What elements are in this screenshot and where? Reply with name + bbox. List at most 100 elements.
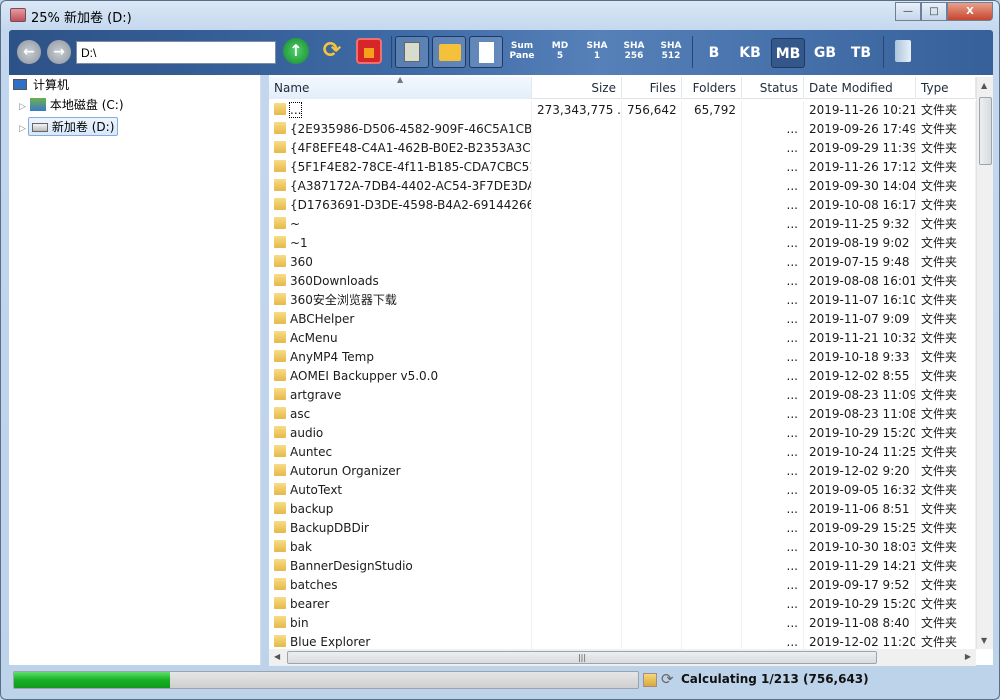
vertical-scrollbar[interactable]: ▲ ▼ bbox=[976, 77, 993, 649]
tree-item-computer[interactable]: 计算机 bbox=[13, 76, 69, 95]
cell-folders bbox=[682, 177, 742, 196]
table-row[interactable]: ~... 2019-11-25 9:32 文件夹 bbox=[269, 215, 976, 234]
scrollbar-thumb[interactable] bbox=[979, 97, 992, 165]
table-row[interactable]: bak... 2019-10-30 18:03 文件夹 bbox=[269, 538, 976, 557]
back-arrow-icon[interactable]: ← bbox=[17, 40, 41, 64]
table-row[interactable]: batches... 2019-09-17 9:52 文件夹 bbox=[269, 576, 976, 595]
cell-size bbox=[532, 291, 622, 310]
table-row[interactable]: AutoText... 2019-09-05 16:32 文件夹 bbox=[269, 481, 976, 500]
column-header-status[interactable]: Status bbox=[742, 77, 804, 99]
forward-arrow-icon[interactable]: → bbox=[47, 40, 71, 64]
scroll-right-icon[interactable]: ▶ bbox=[965, 652, 971, 661]
cell-folders bbox=[682, 158, 742, 177]
unit-gb-button[interactable]: GB bbox=[808, 38, 842, 68]
table-row[interactable]: AcMenu... 2019-11-21 10:32 文件夹 bbox=[269, 329, 976, 348]
tree-item-drive-c[interactable]: ▷ 本地磁盘 (C:) bbox=[19, 96, 124, 115]
stop-icon[interactable] bbox=[356, 38, 382, 64]
close-button[interactable]: X bbox=[947, 2, 993, 21]
table-row[interactable]: ... 273,343,775 ... 756,642 65,792 2019-11-2… bbox=[269, 101, 976, 120]
file-name: bearer bbox=[290, 597, 330, 611]
table-row[interactable]: {5F1F4E82-78CE-4f11-B185-CDA7CBC51C12}..… bbox=[269, 158, 976, 177]
column-header-folders[interactable]: Folders bbox=[682, 77, 742, 99]
sum-pane-button[interactable]: Sum Pane bbox=[507, 41, 537, 61]
table-row[interactable]: {D1763691-D3DE-4598-B4A2-6914426616F5}..… bbox=[269, 196, 976, 215]
column-header-type[interactable]: Type bbox=[916, 77, 976, 99]
file-name: ... bbox=[288, 102, 303, 118]
calculator-icon[interactable] bbox=[395, 36, 429, 68]
scroll-left-icon[interactable]: ◀ bbox=[274, 652, 280, 661]
table-row[interactable]: ~1... 2019-08-19 9:02 文件夹 bbox=[269, 234, 976, 253]
table-row[interactable]: 360... 2019-07-15 9:48 文件夹 bbox=[269, 253, 976, 272]
cell-size: 273,343,775 ... bbox=[532, 101, 622, 120]
cell-name: ABCHelper bbox=[269, 310, 532, 329]
horizontal-scrollbar[interactable]: ◀ ||| ▶ bbox=[269, 649, 976, 666]
file-name: Blue Explorer bbox=[290, 635, 371, 649]
table-row[interactable]: Autorun Organizer... 2019-12-02 9:20 文件夹 bbox=[269, 462, 976, 481]
cell-size bbox=[532, 424, 622, 443]
unit-b-button[interactable]: B bbox=[697, 38, 731, 68]
refresh-icon[interactable]: ⟳ bbox=[319, 38, 345, 64]
file-name: bin bbox=[290, 616, 309, 630]
sha1-button[interactable]: SHA 1 bbox=[582, 41, 612, 61]
table-row[interactable]: BannerDesignStudio... 2019-11-29 14:21 文件夹 bbox=[269, 557, 976, 576]
scrollbar-thumb[interactable]: ||| bbox=[287, 651, 877, 664]
table-row[interactable]: bin... 2019-11-08 8:40 文件夹 bbox=[269, 614, 976, 633]
table-row[interactable]: audio... 2019-10-29 15:20 文件夹 bbox=[269, 424, 976, 443]
table-row[interactable]: BackupDBDir... 2019-09-29 15:25 文件夹 bbox=[269, 519, 976, 538]
column-header-date-modified[interactable]: Date Modified bbox=[804, 77, 916, 99]
expand-icon[interactable]: ▷ bbox=[19, 124, 26, 134]
table-row[interactable]: AOMEI Backupper v5.0.0... 2019-12-02 8:55… bbox=[269, 367, 976, 386]
expand-icon[interactable]: ▷ bbox=[19, 102, 26, 112]
tree-item-drive-d[interactable]: ▷ 新加卷 (D:) bbox=[19, 117, 119, 139]
cell-size bbox=[532, 310, 622, 329]
cell-folders bbox=[682, 291, 742, 310]
maximize-button[interactable]: □ bbox=[921, 2, 947, 21]
table-row[interactable]: {A387172A-7DB4-4402-AC54-3F7DE3DA5055}..… bbox=[269, 177, 976, 196]
column-header-size[interactable]: Size bbox=[532, 77, 622, 99]
cell-files bbox=[622, 348, 682, 367]
table-row[interactable]: {4F8EFE48-C4A1-462B-B0E2-B2353A3C6BD3}..… bbox=[269, 139, 976, 158]
table-row[interactable]: ABCHelper... 2019-11-07 9:09 文件夹 bbox=[269, 310, 976, 329]
sha512-button[interactable]: SHA 512 bbox=[656, 41, 686, 61]
table-row[interactable]: Auntec... 2019-10-24 11:25 文件夹 bbox=[269, 443, 976, 462]
folder-icon bbox=[274, 350, 286, 362]
address-input[interactable] bbox=[76, 41, 276, 64]
table-row[interactable]: bearer... 2019-10-29 15:20 文件夹 bbox=[269, 595, 976, 614]
recycle-bin-icon[interactable] bbox=[895, 40, 911, 62]
sha256-button[interactable]: SHA 256 bbox=[619, 41, 649, 61]
folder-icon[interactable] bbox=[432, 36, 466, 68]
unit-mb-button[interactable]: MB bbox=[771, 38, 805, 68]
cell-size bbox=[532, 120, 622, 139]
table-row[interactable]: backup... 2019-11-06 8:51 文件夹 bbox=[269, 500, 976, 519]
cell-name: ~ bbox=[269, 215, 532, 234]
minimize-button[interactable]: — bbox=[895, 2, 921, 21]
unit-kb-button[interactable]: KB bbox=[733, 38, 767, 68]
table-row[interactable]: 360安全浏览器下载... 2019-11-07 16:10 文件夹 bbox=[269, 291, 976, 310]
table-row[interactable]: {2E935986-D506-4582-909F-46C5A1CB5D1D}..… bbox=[269, 120, 976, 139]
scroll-down-icon[interactable]: ▼ bbox=[981, 636, 987, 645]
up-arrow-icon[interactable]: ↑ bbox=[283, 38, 309, 64]
scroll-up-icon[interactable]: ▲ bbox=[981, 81, 987, 90]
column-header-name[interactable]: Name ▲ bbox=[269, 77, 532, 99]
md5-button[interactable]: MD 5 bbox=[545, 41, 575, 61]
cell-name: Blue Explorer bbox=[269, 633, 532, 649]
table-row[interactable]: artgrave... 2019-08-23 11:09 文件夹 bbox=[269, 386, 976, 405]
column-header-files[interactable]: Files bbox=[622, 77, 682, 99]
table-row[interactable]: AnyMP4 Temp... 2019-10-18 9:33 文件夹 bbox=[269, 348, 976, 367]
unit-tb-button[interactable]: TB bbox=[844, 38, 878, 68]
cell-status: ... bbox=[742, 177, 804, 196]
cell-size bbox=[532, 405, 622, 424]
folder-icon bbox=[274, 312, 286, 324]
file-name: ABCHelper bbox=[290, 312, 355, 326]
cell-status: ... bbox=[742, 291, 804, 310]
table-row[interactable]: asc... 2019-08-23 11:08 文件夹 bbox=[269, 405, 976, 424]
status-bar: ⟳ Calculating 1/213 (756,643) bbox=[9, 667, 993, 693]
folder-icon bbox=[274, 635, 286, 647]
file-icon[interactable] bbox=[469, 36, 503, 68]
table-row[interactable]: 360Downloads... 2019-08-08 16:01 文件夹 bbox=[269, 272, 976, 291]
cell-type: 文件夹 bbox=[916, 158, 976, 177]
file-name: batches bbox=[290, 578, 338, 592]
table-row[interactable]: Blue Explorer... 2019-12-02 11:20 文件夹 bbox=[269, 633, 976, 649]
cell-type: 文件夹 bbox=[916, 424, 976, 443]
cell-files bbox=[622, 595, 682, 614]
